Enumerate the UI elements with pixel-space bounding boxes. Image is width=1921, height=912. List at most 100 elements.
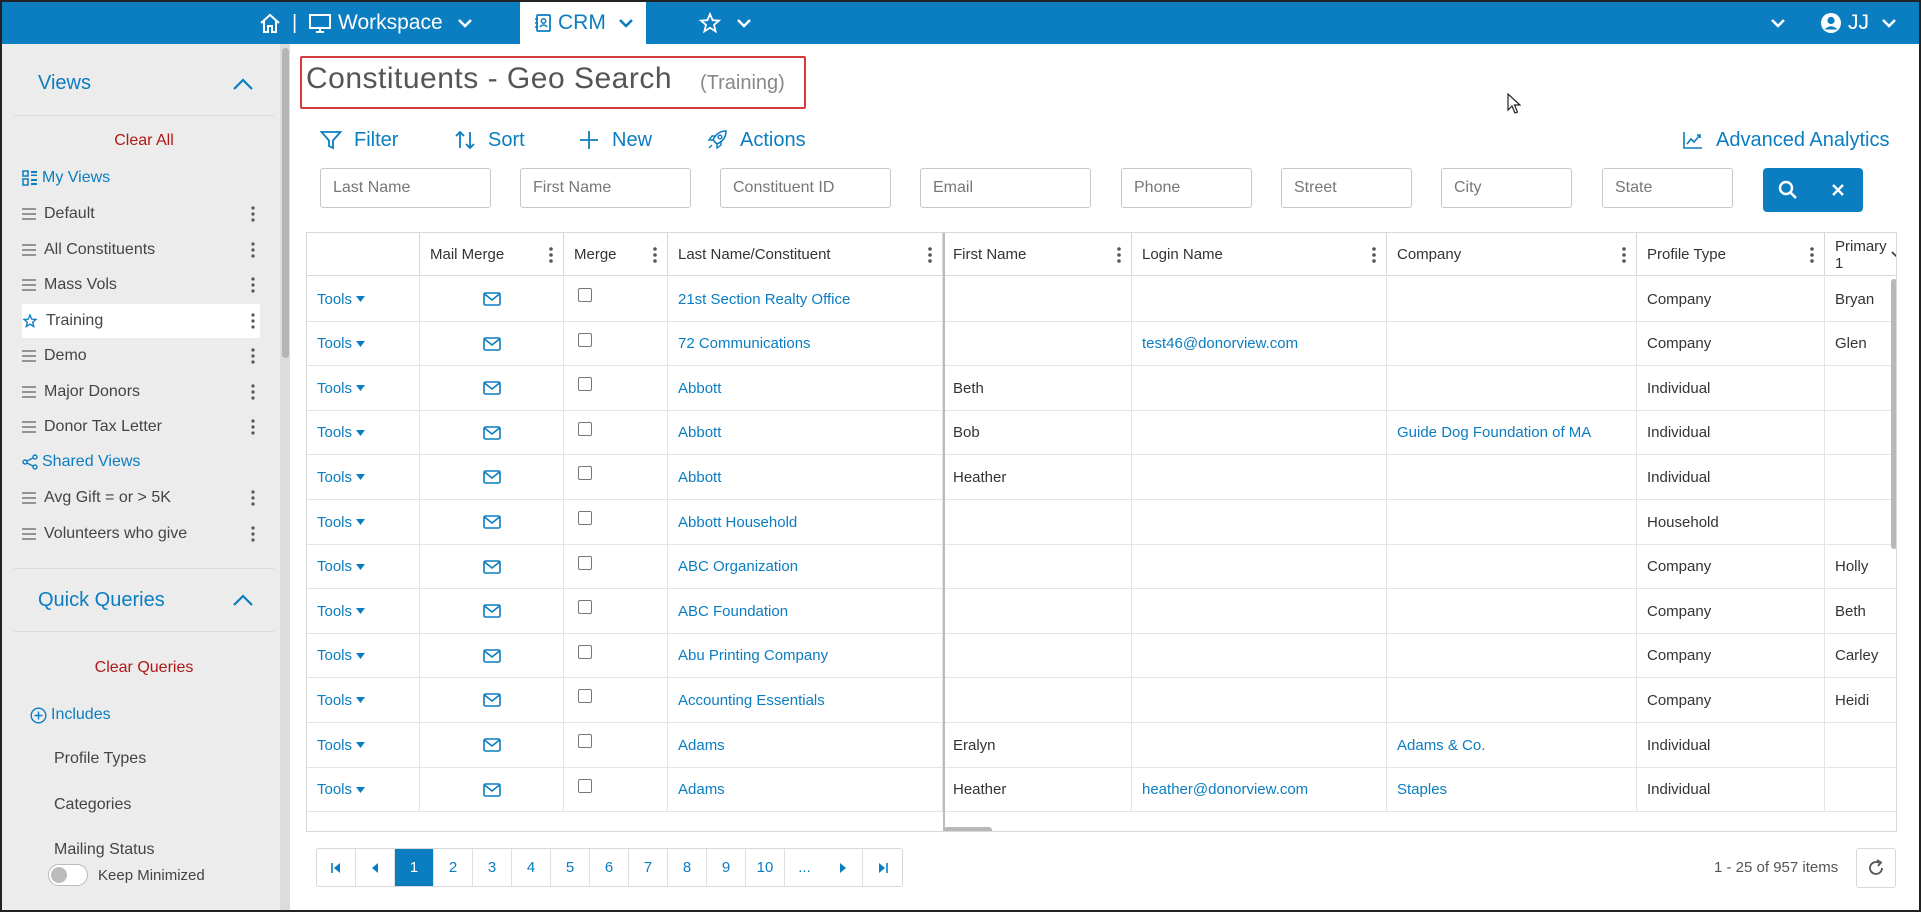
last-name-link[interactable]: Adams (668, 767, 943, 812)
email-field[interactable] (920, 168, 1091, 208)
keep-minimized-control[interactable]: Keep Minimized (48, 864, 205, 886)
tools-dropdown[interactable]: Tools (307, 277, 420, 321)
merge-checkbox[interactable] (578, 734, 592, 748)
last-name-link[interactable]: ABC Organization (668, 544, 943, 589)
table-row[interactable]: Tools ABC Organization Company Holly (307, 544, 1896, 590)
mail-merge-button[interactable] (420, 500, 564, 544)
grid-horizontal-scrollbar-thumb[interactable] (944, 827, 992, 831)
grid-vertical-scrollbar-thumb[interactable] (1891, 279, 1896, 549)
tools-dropdown[interactable]: Tools (307, 633, 420, 678)
column-menu-icon[interactable] (1622, 246, 1626, 264)
mail-merge-button[interactable] (420, 723, 564, 767)
query-item-profile-types[interactable]: Profile Types (54, 750, 146, 768)
last-name-link[interactable]: Abu Printing Company (668, 633, 943, 678)
home-button[interactable] (258, 2, 282, 44)
more-pages-button[interactable]: ... (785, 849, 824, 886)
clear-all-link[interactable]: Clear All (14, 132, 274, 150)
table-row[interactable]: Tools 72 Communications test46@donorview.c… (307, 321, 1896, 367)
first-page-button[interactable] (317, 849, 356, 886)
merge-checkbox[interactable] (578, 600, 592, 615)
merge-checkbox[interactable] (578, 288, 592, 302)
kebab-menu-icon[interactable] (246, 383, 260, 400)
mail-merge-button[interactable] (420, 366, 564, 411)
column-header-first-name[interactable]: First Name (943, 233, 1132, 276)
login-name-link[interactable] (1132, 589, 1387, 634)
new-button[interactable]: New (578, 126, 652, 154)
column-header-merge[interactable]: Merge (564, 233, 668, 276)
page-6-button[interactable]: 6 (590, 849, 629, 886)
mail-merge-button[interactable] (420, 321, 564, 366)
view-item-major-donors[interactable]: Major Donors (22, 375, 260, 409)
company-link[interactable]: Guide Dog Foundation of MA (1387, 410, 1637, 455)
company-link[interactable] (1387, 544, 1637, 589)
sort-button[interactable]: Sort (454, 126, 525, 154)
kebab-menu-icon[interactable] (246, 277, 260, 293)
tools-dropdown[interactable]: Tools (307, 544, 420, 589)
my-views-header[interactable]: My Views (22, 161, 260, 195)
street-field[interactable] (1281, 168, 1412, 208)
phone-field[interactable] (1121, 168, 1252, 208)
page-10-button[interactable]: 10 (746, 849, 785, 886)
tools-dropdown[interactable]: Tools (307, 767, 420, 812)
last-name-link[interactable]: Adams (668, 723, 943, 767)
workspace-menu[interactable]: Workspace (308, 2, 473, 44)
keep-minimized-toggle[interactable] (48, 864, 88, 886)
previous-page-button[interactable] (356, 849, 395, 886)
sidebar-scrollbar-thumb[interactable] (282, 48, 289, 358)
company-link[interactable]: Adams & Co. (1387, 723, 1637, 767)
tools-dropdown[interactable]: Tools (307, 678, 420, 723)
last-name-link[interactable]: Abbott (668, 366, 943, 411)
chevron-up-icon[interactable] (232, 77, 254, 91)
column-header-primary[interactable]: Primary 1 (1825, 233, 1896, 276)
column-menu-icon[interactable] (549, 246, 553, 264)
state-field[interactable] (1602, 168, 1733, 208)
refresh-button[interactable] (1856, 848, 1896, 888)
view-item-avg-gift-or-5k[interactable]: Avg Gift = or > 5K (22, 481, 260, 515)
login-name-link[interactable]: heather@donorview.com (1132, 767, 1387, 812)
column-menu-icon[interactable] (653, 246, 657, 264)
view-item-training[interactable]: Training (22, 303, 260, 338)
merge-checkbox[interactable] (578, 644, 592, 659)
company-link[interactable] (1387, 366, 1637, 411)
login-name-link[interactable] (1132, 500, 1387, 544)
column-menu-icon[interactable] (928, 246, 932, 264)
search-button[interactable] (1763, 168, 1813, 212)
page-7-button[interactable]: 7 (629, 849, 668, 886)
login-name-link[interactable] (1132, 678, 1387, 723)
login-name-link[interactable] (1132, 455, 1387, 500)
login-name-link[interactable] (1132, 277, 1387, 321)
actions-button[interactable]: Actions (706, 126, 806, 154)
view-item-mass-vols[interactable]: Mass Vols (22, 268, 260, 302)
login-name-link[interactable] (1132, 366, 1387, 411)
tools-dropdown[interactable]: Tools (307, 321, 420, 366)
company-link[interactable] (1387, 455, 1637, 500)
kebab-menu-icon[interactable] (246, 241, 260, 258)
last-name-field[interactable] (320, 168, 491, 208)
tools-dropdown[interactable]: Tools (307, 366, 420, 411)
view-item-default[interactable]: Default (22, 197, 260, 231)
mail-merge-button[interactable] (420, 633, 564, 678)
column-header-mail-merge[interactable]: Mail Merge (420, 233, 564, 276)
last-name-link[interactable]: Abbott Household (668, 500, 943, 544)
filter-button[interactable]: Filter (320, 126, 398, 154)
view-item-volunteers-who-give[interactable]: Volunteers who give (22, 517, 260, 551)
last-name-link[interactable]: 72 Communications (668, 321, 943, 366)
mail-merge-button[interactable] (420, 767, 564, 812)
login-name-link[interactable]: test46@donorview.com (1132, 321, 1387, 366)
company-link[interactable] (1387, 277, 1637, 321)
table-row[interactable]: Tools Abu Printing Company Company Carley (307, 633, 1896, 679)
login-name-link[interactable] (1132, 544, 1387, 589)
includes-toggle[interactable]: Includes (30, 698, 268, 732)
login-name-link[interactable] (1132, 410, 1387, 455)
table-row[interactable]: Tools 21st Section Realty Office Company Br… (307, 277, 1896, 322)
table-row[interactable]: Tools Accounting Essentials Company Heidi (307, 678, 1896, 723)
table-row[interactable]: Tools ABC Foundation Company Beth (307, 589, 1896, 634)
column-menu-icon[interactable] (1810, 246, 1814, 264)
last-name-link[interactable]: Accounting Essentials (668, 678, 943, 723)
quick-queries-panel-header[interactable]: Quick Queries (14, 568, 274, 632)
tools-dropdown[interactable]: Tools (307, 500, 420, 544)
page-4-button[interactable]: 4 (512, 849, 551, 886)
clear-queries-link[interactable]: Clear Queries (14, 659, 274, 677)
column-header-company[interactable]: Company (1387, 233, 1637, 276)
column-header-last-name[interactable]: Last Name/Constituent (668, 233, 943, 276)
